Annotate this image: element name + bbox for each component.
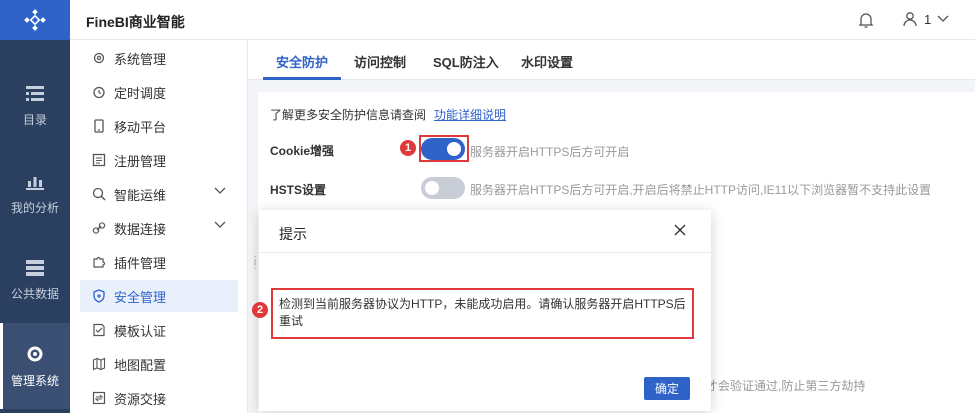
tab-sql-injection[interactable]: SQL防注入 <box>433 52 499 71</box>
annotation-badge-2: 2 <box>252 302 268 318</box>
sidebar-item-data-connection[interactable]: 数据连接 <box>80 212 238 244</box>
map-icon <box>92 357 106 371</box>
rail-item-label: 管理系统 <box>10 373 59 388</box>
rail-item-admin[interactable]: 管理系统 <box>0 323 70 409</box>
rail-item-catalog[interactable]: 目录 <box>0 63 70 149</box>
tab-watermark[interactable]: 水印设置 <box>521 52 573 71</box>
notification-button[interactable] <box>858 11 874 32</box>
annotation-box-message <box>271 288 694 339</box>
register-icon <box>92 153 106 167</box>
tab-security-protection[interactable]: 安全防护 <box>276 52 328 71</box>
bell-icon <box>858 13 874 28</box>
tab-bar: 安全防护 访问控制 SQL防注入 水印设置 <box>248 40 975 80</box>
mobile-icon <box>92 119 106 133</box>
handover-icon <box>92 391 106 405</box>
dialog-header: 提示 <box>259 210 711 253</box>
user-menu[interactable]: 1 <box>902 11 949 27</box>
partial-hint-text: 才会验证通过,防止第三方劫持 <box>706 379 866 393</box>
brand-title: FineBI商业智能 <box>86 14 185 30</box>
sidebar-item-label: 注册管理 <box>114 153 167 169</box>
hsts-label: HSTS设置 <box>270 183 327 197</box>
info-line: 了解更多安全防护信息请查阅 功能详细说明 <box>270 106 506 123</box>
catalog-icon <box>26 85 44 101</box>
tab-access-control[interactable]: 访问控制 <box>354 52 406 71</box>
ops-icon <box>92 187 106 201</box>
sidebar-item-label: 定时调度 <box>114 85 167 101</box>
sidebar-item-register[interactable]: 注册管理 <box>80 144 238 176</box>
sidebar-item-system[interactable]: 系统管理 <box>80 42 238 74</box>
sidebar-item-template-auth[interactable]: 模板认证 <box>80 314 238 346</box>
public-data-icon <box>26 259 44 276</box>
shield-icon <box>92 289 106 303</box>
sidebar-item-mobile[interactable]: 移动平台 <box>80 110 238 142</box>
left-rail: 目录 我的分析 公共数据 管理系统 <box>0 0 70 413</box>
toggle-knob <box>425 181 439 195</box>
template-icon <box>92 323 106 337</box>
rail-item-label: 我的分析 <box>10 200 59 215</box>
cookie-hint: 服务器开启HTTPS后方可开启 <box>470 145 630 159</box>
info-text: 了解更多安全防护信息请查阅 <box>270 108 427 122</box>
rail-item-label: 公共数据 <box>10 286 59 301</box>
rail-item-analysis[interactable]: 我的分析 <box>0 151 70 237</box>
link-icon <box>92 221 106 235</box>
settings-icon <box>92 51 106 65</box>
user-name: 1 <box>924 11 932 27</box>
sidebar-item-label: 地图配置 <box>114 357 167 373</box>
active-tab-indicator <box>263 77 341 80</box>
logo-icon <box>24 9 46 31</box>
hsts-hint: 服务器开启HTTPS后方可开启,开启后将禁止HTTP访问,IE11以下浏览器暂不… <box>470 183 932 197</box>
sidebar-item-label: 数据连接 <box>114 221 167 237</box>
sidebar-item-label: 模板认证 <box>114 323 167 339</box>
sidebar-item-map[interactable]: 地图配置 <box>80 348 238 380</box>
confirm-button[interactable]: 确定 <box>644 377 690 400</box>
sidebar-item-security[interactable]: 安全管理 <box>80 280 238 312</box>
app-logo[interactable] <box>0 0 70 40</box>
gear-icon <box>27 346 43 361</box>
clock-icon <box>92 85 106 99</box>
user-icon <box>903 12 917 27</box>
sidebar-item-ops[interactable]: 智能运维 <box>80 178 238 210</box>
hsts-toggle[interactable] <box>421 177 465 199</box>
feature-doc-link[interactable]: 功能详细说明 <box>434 108 506 122</box>
analysis-icon <box>26 176 44 190</box>
sidebar-item-label: 智能运维 <box>114 187 167 203</box>
sidebar-item-label: 资源交接 <box>114 391 167 407</box>
cookie-label: Cookie增强 <box>270 144 335 158</box>
sidebar-item-schedule[interactable]: 定时调度 <box>80 76 238 108</box>
sidebar-item-handover[interactable]: 资源交接 <box>80 382 238 413</box>
annotation-badge-1: 1 <box>400 140 416 156</box>
top-bar: FineBI商业智能 1 <box>70 0 975 40</box>
rail-item-label: 目录 <box>22 112 47 127</box>
chevron-down-icon <box>214 187 226 194</box>
chevron-down-icon <box>937 15 949 22</box>
sidebar-item-label: 移动平台 <box>114 119 167 135</box>
chevron-down-icon <box>214 221 226 228</box>
close-button[interactable] <box>673 223 687 240</box>
sidebar: 系统管理 定时调度 移动平台 注册管理 智能运维 数据连接 插件管理 安全管理 … <box>70 40 248 413</box>
rail-item-public-data[interactable]: 公共数据 <box>0 237 70 323</box>
sidebar-item-label: 安全管理 <box>114 289 167 305</box>
sidebar-item-label: 系统管理 <box>114 51 167 67</box>
sidebar-item-plugin[interactable]: 插件管理 <box>80 246 238 278</box>
dialog-title: 提示 <box>279 226 307 242</box>
annotation-box-toggle <box>419 135 469 162</box>
plugin-icon <box>92 255 106 269</box>
sidebar-item-label: 插件管理 <box>114 255 167 271</box>
close-icon <box>674 224 686 236</box>
